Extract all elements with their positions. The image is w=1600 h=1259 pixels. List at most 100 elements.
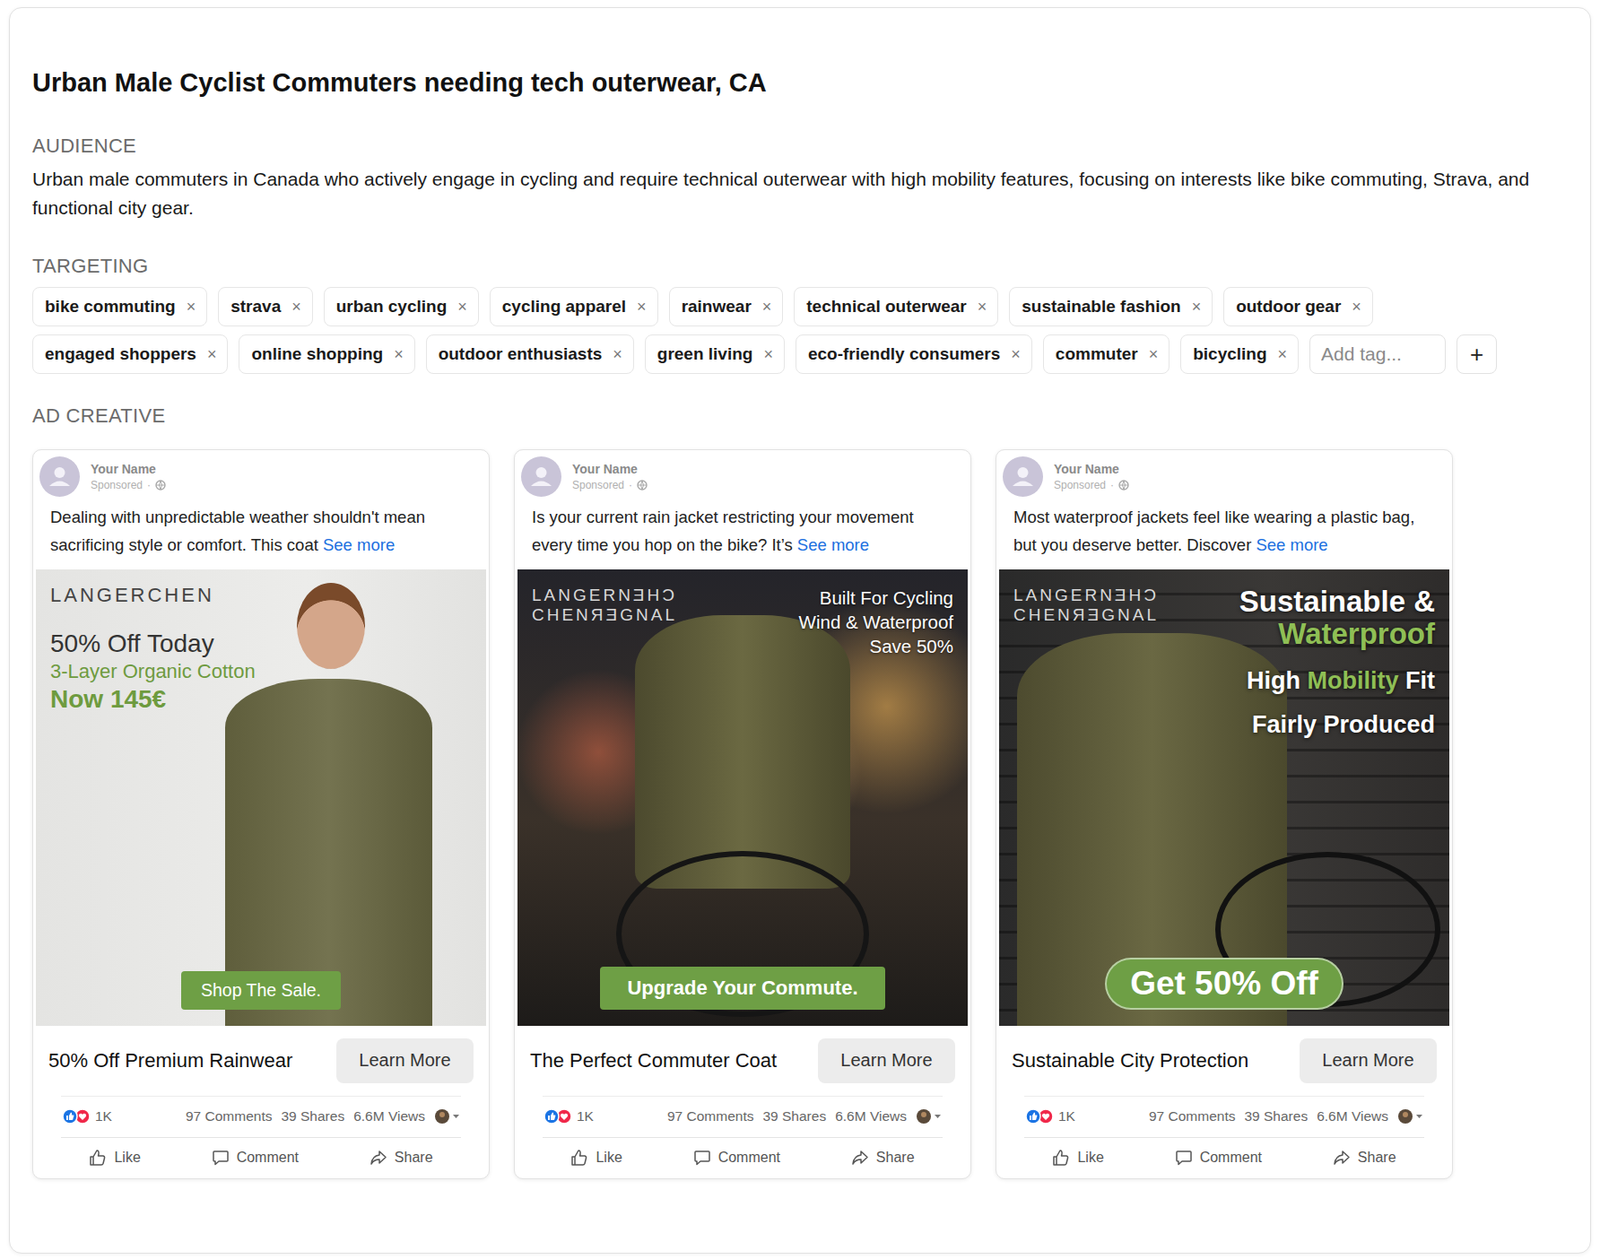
tag: bike commuting × — [32, 286, 208, 327]
tag-remove-button[interactable]: × — [391, 346, 406, 363]
add-tag-button[interactable]: + — [1456, 334, 1497, 374]
tag-remove-button[interactable]: × — [975, 298, 990, 315]
author-name: Your Name — [1053, 461, 1130, 477]
tag-remove-button[interactable]: × — [634, 298, 649, 315]
like-heart-icon — [1024, 1108, 1055, 1125]
see-more-link[interactable]: See more — [1255, 535, 1328, 555]
tag: eco-friendly consumers× — [795, 334, 1033, 374]
tag-remove-button[interactable]: × — [1349, 298, 1364, 315]
tag: outdoor enthusiasts× — [426, 334, 635, 374]
tag: green living × — [644, 334, 785, 374]
viewer-avatar-icon — [434, 1108, 461, 1125]
sponsored-label: Sponsored· — [1053, 478, 1130, 492]
thumbs-up-icon — [1052, 1148, 1070, 1167]
tag-remove-button[interactable]: × — [1276, 346, 1290, 363]
ad-headline: 50% Off Premium Rainwear — [48, 1049, 293, 1073]
like-button[interactable]: Like — [81, 1145, 148, 1171]
comment-icon — [693, 1148, 712, 1167]
image-cta: Get 50% Off — [1104, 957, 1344, 1010]
tag: outdoor gear × — [1223, 286, 1374, 327]
post-stats: 1K 97 Comments39 Shares6.6M Views — [60, 1095, 461, 1139]
share-button[interactable]: Share — [843, 1145, 922, 1171]
overlay-line: Now 145€ — [50, 684, 256, 715]
tag-remove-button[interactable]: × — [1008, 346, 1023, 363]
overlay-line: Waterproof — [1239, 617, 1435, 651]
engagement-counts: 97 Comments39 Shares6.6M Views — [185, 1108, 461, 1125]
like-button[interactable]: Like — [1044, 1145, 1111, 1171]
brand-logo: LANGERCHEN — [50, 585, 256, 606]
see-more-link[interactable]: See more — [797, 535, 870, 555]
overlay-line: 3-Layer Organic Cotton — [50, 659, 256, 685]
post-text: Is your current rain jacket restricting … — [517, 501, 968, 570]
overlay-copy: 50% Off Today3-Layer Organic CottonNow 1… — [50, 628, 256, 715]
tag: cycling apparel× — [489, 286, 659, 327]
post-actions: Like Comment Share — [999, 1138, 1450, 1179]
brand-logo: LANGERNƎHƆCHENЯƎGNAL — [531, 585, 678, 626]
overlay-copy: Sustainable &WaterproofHigh Mobility Fit… — [1239, 585, 1435, 748]
audience-heading: AUDIENCE — [32, 134, 1568, 158]
viewer-avatar-icon — [1397, 1108, 1425, 1125]
see-more-link[interactable]: See more — [322, 535, 395, 555]
tag: bicycling× — [1180, 334, 1299, 374]
tag-remove-button[interactable]: × — [760, 298, 774, 315]
thumbs-up-icon — [88, 1148, 107, 1167]
tag: commuter × — [1043, 334, 1170, 374]
tag-label: online shopping — [251, 344, 383, 365]
like-button[interactable]: Like — [563, 1145, 629, 1171]
tag-label: bike commuting — [44, 296, 176, 317]
post-author: Your NameSponsored· — [90, 461, 166, 492]
tag-remove-button[interactable]: × — [1190, 298, 1204, 315]
tag-remove-button[interactable]: × — [184, 298, 199, 315]
tag-remove-button[interactable]: × — [610, 346, 625, 363]
comment-button[interactable]: Comment — [686, 1145, 788, 1171]
tag-remove-button[interactable]: × — [1147, 346, 1161, 363]
learn-more-button[interactable]: Learn More — [336, 1038, 474, 1084]
post-stats: 1K97 Comments39 Shares6.6M Views — [1024, 1095, 1425, 1139]
tag-label: outdoor gear — [1235, 296, 1341, 317]
share-button[interactable]: Share — [362, 1145, 441, 1171]
comment-icon — [211, 1148, 230, 1167]
tag-remove-button[interactable]: × — [205, 346, 219, 363]
learn-more-button[interactable]: Learn More — [817, 1038, 956, 1084]
brand-logo: LANGERNƎHƆCHENЯƎGNAL — [1013, 585, 1159, 626]
overlay-line: Built For Cycling — [799, 585, 954, 610]
creative-heading: AD CREATIVE — [32, 404, 1568, 428]
post-header: Your NameSponsored· — [999, 450, 1450, 502]
post-author: Your NameSponsored· — [1053, 461, 1130, 492]
audience-panel: Urban Male Cyclist Commuters needing tec… — [8, 7, 1592, 1254]
reactions: 1K — [60, 1108, 113, 1125]
image-overlay: LANGERCHEN 50% Off Today3-Layer Organic C… — [35, 569, 487, 1027]
share-button[interactable]: Share — [1325, 1145, 1404, 1171]
ad-footer: Sustainable City Protection Learn More — [999, 1026, 1450, 1096]
avatar-icon — [521, 456, 562, 497]
learn-more-button[interactable]: Learn More — [1299, 1038, 1437, 1084]
thumbs-up-icon — [570, 1148, 589, 1167]
share-icon — [369, 1148, 388, 1167]
overlay-line: Wind & Waterproof — [799, 609, 954, 635]
post-header: Your NameSponsored· — [35, 450, 487, 502]
tag-remove-button[interactable]: × — [289, 298, 304, 315]
comment-button[interactable]: Comment — [1167, 1145, 1270, 1171]
tag-label: rainwear — [681, 296, 752, 317]
overlay-line: Save 50% — [799, 634, 954, 659]
tag-list: bike commuting×strava×urban cycling×cycl… — [32, 286, 1568, 374]
targeting-heading: TARGETING — [32, 254, 1568, 279]
post-author: Your NameSponsored· — [572, 461, 648, 492]
tag-label: commuter — [1055, 344, 1139, 365]
tag: strava× — [217, 286, 314, 327]
comment-icon — [1174, 1148, 1193, 1167]
tag-remove-button[interactable]: × — [455, 298, 470, 315]
author-name: Your Name — [572, 461, 648, 477]
comment-button[interactable]: Comment — [204, 1145, 306, 1171]
tag-label: green living — [657, 344, 754, 365]
sponsored-label: Sponsored· — [572, 478, 648, 492]
tag: online shopping × — [238, 334, 415, 374]
globe-icon — [1118, 479, 1130, 491]
add-tag-input[interactable] — [1309, 334, 1446, 374]
ad-headline: Sustainable City Protection — [1011, 1049, 1249, 1073]
tag-remove-button[interactable]: × — [761, 346, 775, 363]
share-icon — [851, 1148, 870, 1167]
avatar-icon — [1002, 456, 1044, 497]
tag: engaged shoppers× — [32, 334, 228, 374]
engagement-counts: 97 Comments39 Shares6.6M Views — [667, 1108, 943, 1125]
